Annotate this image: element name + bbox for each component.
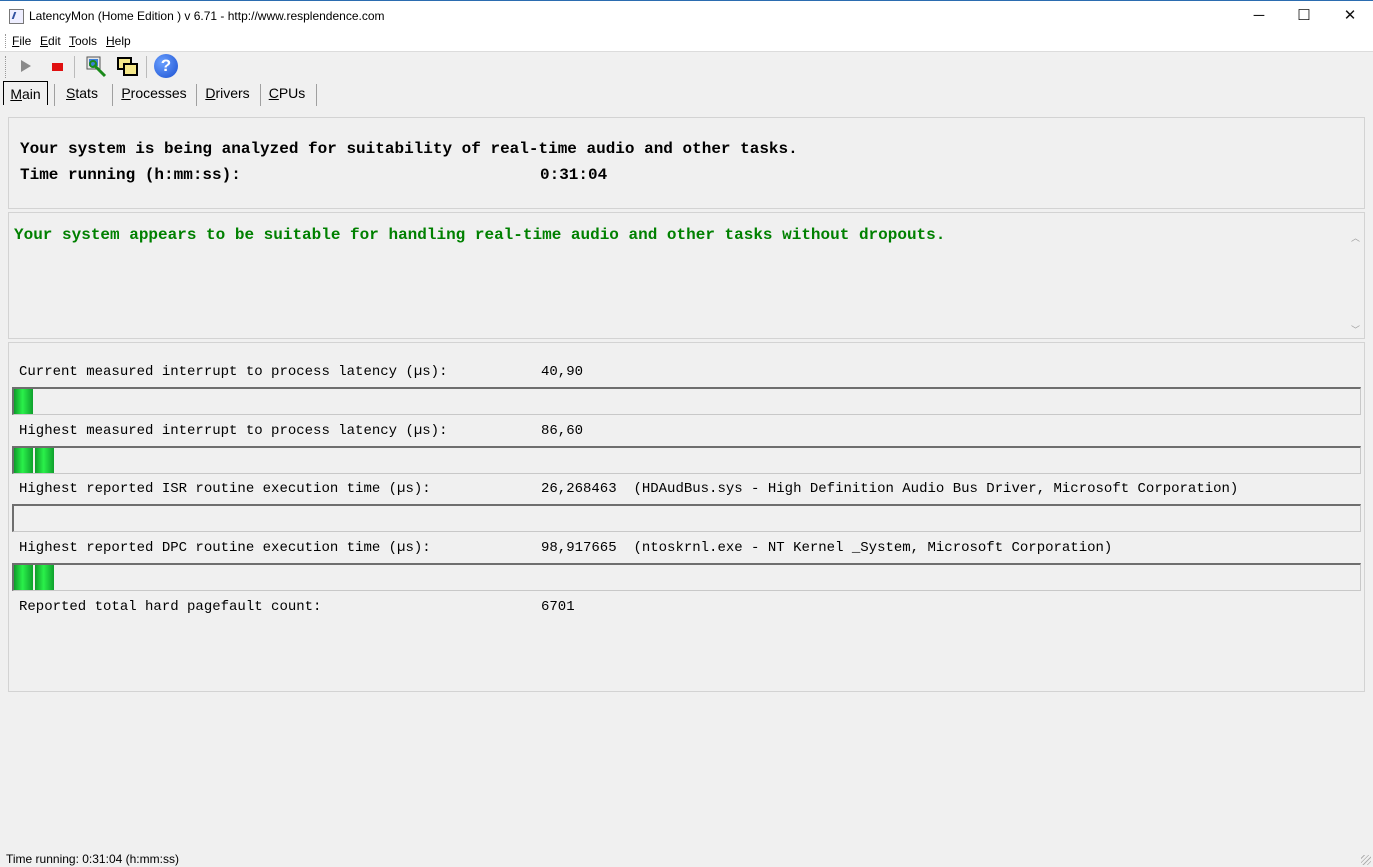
maximize-button[interactable]: ☐ — [1281, 1, 1327, 31]
close-button[interactable]: ✕ — [1327, 1, 1373, 31]
time-running-value: 0:31:04 — [540, 166, 608, 184]
dpc-time-bar — [12, 563, 1361, 591]
bar-segment — [35, 448, 54, 473]
menu-grip — [5, 34, 7, 48]
dpc-time-value: 98,917665 (ntoskrnl.exe - NT Kernel _Sys… — [541, 540, 1113, 556]
menu-bar: File Edit Tools Help — [0, 31, 1373, 52]
result-panel: Your system appears to be suitable for h… — [8, 212, 1365, 339]
highest-latency-bar — [12, 446, 1361, 474]
tab-strip: Main Stats Processes Drivers CPUs — [0, 81, 1373, 107]
toolbar-grip — [5, 56, 7, 78]
pagefault-value: 6701 — [541, 599, 575, 615]
app-icon — [9, 9, 24, 24]
tab-separator — [316, 84, 317, 106]
title-bar: LatencyMon (Home Edition ) v 6.71 - http… — [0, 0, 1373, 31]
tools-icon[interactable] — [84, 55, 107, 78]
tab-cpus[interactable]: CPUs — [264, 81, 310, 105]
dpc-time-label: Highest reported DPC routine execution t… — [19, 540, 431, 556]
highest-latency-value: 86,60 — [541, 423, 584, 439]
bar-fill — [14, 448, 56, 473]
play-icon[interactable] — [14, 55, 36, 77]
status-bar: Time running: 0:31:04 (h:mm:ss) — [0, 849, 1373, 867]
resize-grip-icon[interactable] — [1361, 855, 1371, 865]
minimize-button[interactable]: ─ — [1236, 1, 1282, 31]
tab-stats[interactable]: Stats — [58, 81, 106, 105]
tab-separator — [112, 84, 113, 106]
stop-icon[interactable] — [46, 55, 68, 77]
tab-separator — [196, 84, 197, 106]
toolbar-separator — [74, 56, 75, 78]
windows-icon[interactable] — [116, 55, 138, 77]
analysis-header-panel: Your system is being analyzed for suitab… — [8, 117, 1365, 209]
tab-separator — [54, 84, 55, 106]
menu-edit[interactable]: Edit — [40, 34, 61, 48]
time-running-label: Time running (h:mm:ss): — [20, 166, 241, 184]
bar-segment — [35, 565, 54, 590]
highest-latency-label: Highest measured interrupt to process la… — [19, 423, 448, 439]
window-title: LatencyMon (Home Edition ) v 6.71 - http… — [29, 9, 385, 23]
isr-time-label: Highest reported ISR routine execution t… — [19, 481, 431, 497]
bar-fill — [14, 565, 56, 590]
menu-help[interactable]: Help — [106, 34, 131, 48]
bar-segment — [14, 389, 33, 414]
analysis-text: Your system is being analyzed for suitab… — [20, 140, 798, 158]
current-latency-value: 40,90 — [541, 364, 584, 380]
scroll-down-icon[interactable]: ﹀ — [1350, 325, 1361, 336]
tab-drivers[interactable]: Drivers — [200, 81, 255, 105]
toolbar-separator — [146, 56, 147, 78]
result-message: Your system appears to be suitable for h… — [14, 226, 946, 244]
bar-segment — [14, 565, 33, 590]
toolbar: ? — [0, 52, 1373, 82]
stats-panel: Current measured interrupt to process la… — [8, 342, 1365, 692]
scroll-up-icon[interactable]: ︿ — [1350, 233, 1361, 244]
isr-time-bar — [12, 504, 1361, 532]
tab-separator — [260, 84, 261, 106]
tab-main[interactable]: Main — [3, 81, 48, 105]
tab-processes[interactable]: Processes — [118, 81, 190, 105]
current-latency-label: Current measured interrupt to process la… — [19, 364, 448, 380]
isr-time-value: 26,268463 (HDAudBus.sys - High Definitio… — [541, 481, 1239, 497]
current-latency-bar — [12, 387, 1361, 415]
menu-tools[interactable]: Tools — [69, 34, 97, 48]
bar-segment — [14, 448, 33, 473]
menu-file[interactable]: File — [12, 34, 31, 48]
status-text: Time running: 0:31:04 (h:mm:ss) — [6, 852, 179, 866]
pagefault-label: Reported total hard pagefault count: — [19, 599, 322, 615]
bar-fill — [14, 389, 35, 414]
help-icon[interactable]: ? — [154, 54, 178, 78]
